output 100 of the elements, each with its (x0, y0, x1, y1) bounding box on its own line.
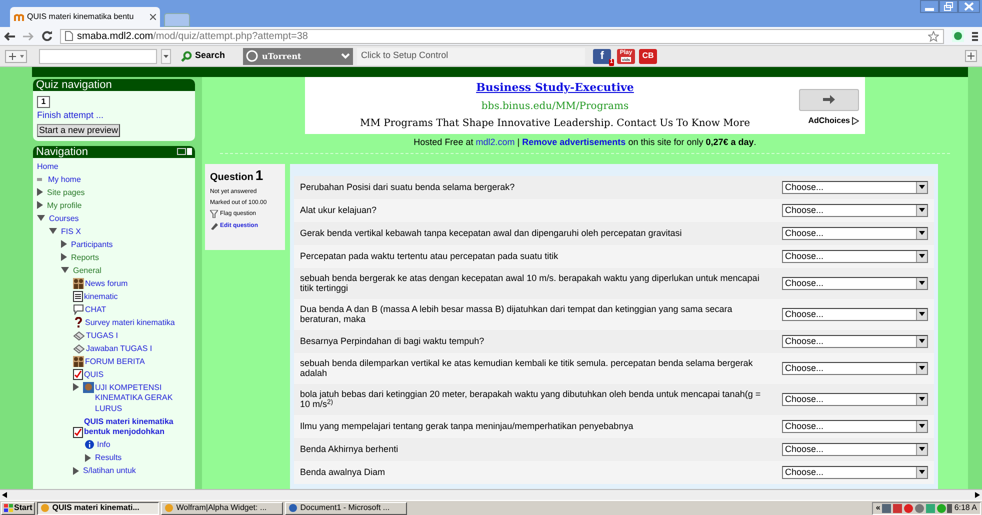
start-button[interactable]: Start (1, 502, 36, 514)
nav-link[interactable]: My profile (47, 200, 82, 211)
question-text: Dua benda A dan B (massa A lebih besar massa B) dijatuhkan dari tempat dan ketinggian yang sama secara beraturan, maka (300, 304, 734, 324)
nav-link[interactable]: News forum (85, 278, 128, 289)
expand-arrow-icon[interactable] (61, 240, 67, 248)
address-bar[interactable]: smaba.mdl2.com/mod/quiz/attempt.php?attempt=38 (60, 28, 944, 44)
caret-icon (916, 336, 927, 346)
ad-title-link[interactable]: Business Study-Executive (476, 80, 634, 97)
question-mark-icon (73, 316, 84, 328)
nav-link[interactable]: S/latihan untuk (83, 465, 136, 476)
dropdown[interactable]: Choose... (782, 392, 928, 406)
caret-icon (916, 444, 927, 454)
browser-tab[interactable]: QUIS materi kinematika bentu (10, 7, 160, 27)
caret-icon (916, 228, 927, 238)
dropdown[interactable]: Choose... (782, 420, 928, 432)
people-icon (73, 356, 84, 366)
menu-icon[interactable] (972, 32, 978, 40)
bookmark-star-icon[interactable] (928, 30, 939, 42)
host-link[interactable]: mdl2.com (476, 137, 515, 147)
expand-arrow-icon[interactable] (37, 201, 43, 209)
nav-link[interactable]: Reports (71, 252, 100, 263)
expand-arrow-icon[interactable] (85, 454, 91, 462)
question-number: 1 (255, 168, 264, 182)
remove-ads-link[interactable]: Remove advertisements (522, 137, 626, 147)
dropdown[interactable]: Choose... (782, 308, 928, 320)
finish-link[interactable]: Finish attempt ... (37, 109, 104, 122)
collapse-arrow-icon[interactable] (49, 228, 57, 234)
dropdown[interactable]: Choose... (782, 226, 928, 240)
expand-arrow-icon[interactable] (61, 253, 67, 261)
question-text: bola jatuh bebas dari ketinggian 20 meter, berapakah waktu yang dibutuhkan oleh benda untuk mencapai tanah(g = 10 m/s$^{2)}$ (300, 388, 762, 410)
nav-link[interactable]: TUGAS I (86, 330, 118, 341)
nav-link[interactable]: FIS X (61, 226, 82, 237)
dropdown[interactable]: Choose... (782, 204, 928, 216)
arrow-right-icon (823, 95, 835, 104)
back-button[interactable] (4, 32, 15, 40)
minimize-icon[interactable] (920, 0, 939, 13)
block-header: Navigation (36, 146, 89, 158)
question-text: Gerak benda vertikal kebawah tanpa kecepatan awal dan dipengaruhi oleh percepatan gravitasi (300, 228, 682, 238)
dropdown[interactable]: Choose... (782, 250, 928, 262)
dropdown[interactable]: Choose... (782, 442, 928, 456)
checklist-icon (73, 368, 83, 380)
dropdown[interactable]: Choose... (782, 180, 928, 194)
expand-arrow-icon[interactable] (37, 188, 43, 196)
add-icon[interactable] (5, 50, 27, 62)
cb-button[interactable]: CB (639, 48, 658, 64)
taskbar-button[interactable]: Wolfram|Alpha Widget: ... (161, 502, 284, 514)
nav-link[interactable]: Survey materi kinematika (85, 316, 175, 328)
expand-arrow-icon[interactable] (73, 383, 79, 391)
nav-link[interactable]: Home (37, 160, 58, 172)
restore-icon[interactable] (939, 0, 958, 13)
scroll-right-icon[interactable] (975, 492, 980, 498)
scroll-left-icon[interactable] (2, 492, 7, 498)
extension-icon[interactable] (952, 30, 964, 42)
nav-link[interactable]: Info (97, 439, 110, 450)
dropdown-caret-icon[interactable] (161, 48, 171, 64)
ad-arrow-button[interactable] (799, 88, 859, 110)
nav-link[interactable]: General (73, 264, 102, 276)
close-icon[interactable] (958, 0, 980, 13)
dropdown[interactable]: Choose... (782, 362, 928, 374)
pencil-icon (210, 222, 218, 230)
caret-icon (916, 466, 927, 478)
scrollbar[interactable] (0, 489, 982, 500)
nav-link[interactable]: Results (95, 452, 122, 464)
caret-icon (916, 394, 927, 404)
nav-link[interactable]: QUIS (84, 368, 104, 380)
bullet-icon (37, 178, 42, 180)
collapse-arrow-icon[interactable] (37, 215, 45, 221)
question-button[interactable]: 1 (37, 96, 50, 108)
expand-arrow-icon[interactable] (73, 466, 79, 474)
nav-link[interactable]: My home (48, 174, 81, 185)
dropdown[interactable]: Choose... (782, 334, 928, 348)
nav-link[interactable]: FORUM BERITA (85, 356, 145, 367)
taskbar-button[interactable]: QUIS materi kinemati... (37, 502, 160, 514)
collapse-arrow-icon[interactable] (61, 267, 69, 273)
dropdown[interactable]: Choose... (782, 276, 928, 290)
nav-link[interactable]: Site pages (47, 186, 85, 198)
question-text: Besarnya Perpindahan di bagi waktu tempuh? (300, 336, 484, 346)
nav-link[interactable]: UJI KOMPETENSI KINEMATIKA GERAK LURUS (95, 382, 195, 414)
reload-button[interactable] (42, 31, 52, 41)
caret-icon (916, 420, 927, 432)
add-icon[interactable] (965, 50, 977, 62)
document-icon (73, 290, 83, 302)
toolbar-brand[interactable]: uTorrent (243, 48, 354, 64)
nav-link[interactable]: Jawaban TUGAS I (86, 342, 152, 354)
nav-link[interactable]: QUIS materi kinematika bentuk menjodohkan (84, 416, 195, 438)
nav-link[interactable]: Participants (71, 238, 113, 250)
search-field[interactable] (39, 48, 157, 64)
nav-link[interactable]: CHAT (85, 304, 106, 315)
dropdown[interactable]: Choose... (782, 466, 928, 478)
taskbar-button[interactable]: Document1 - Microsoft ... (285, 502, 408, 514)
setup-field[interactable]: Click to Setup Control (357, 48, 586, 64)
dock-icon[interactable] (177, 148, 192, 155)
nav-link[interactable]: Courses (49, 212, 79, 224)
caret-icon (916, 308, 927, 320)
nav-link[interactable]: kinematic (84, 290, 118, 302)
preview-button[interactable]: Start a new preview (37, 124, 120, 136)
search-button[interactable]: Search (181, 49, 226, 63)
tray-expand-button[interactable]: « (876, 502, 880, 514)
speech-bubble-icon (73, 304, 84, 314)
adchoices-link[interactable]: AdChoices (808, 114, 850, 126)
